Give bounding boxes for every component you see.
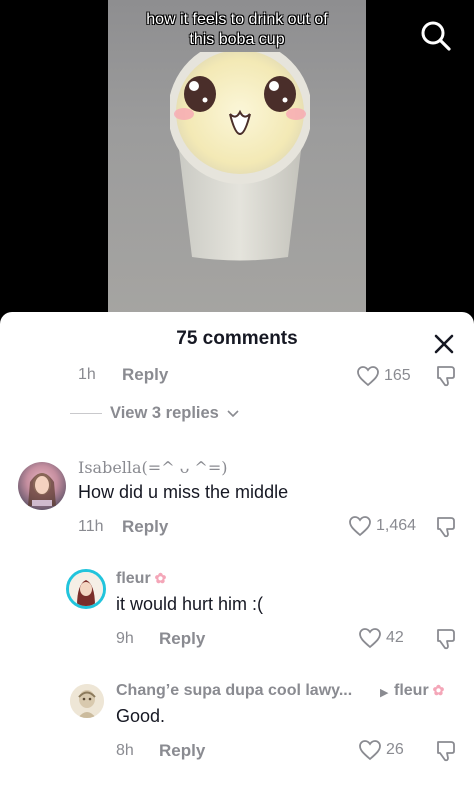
reply-button[interactable]: Reply	[122, 517, 168, 537]
avatar-image	[69, 572, 103, 606]
comment-text: Good.	[116, 706, 166, 726]
comment-time: 1h	[78, 366, 96, 383]
comment-username[interactable]: fleur ✿	[116, 570, 166, 588]
like-count: 1,464	[376, 517, 417, 534]
heart-icon	[359, 628, 381, 649]
comment-username[interactable]: Isabella(=^ ᴗ ^=)	[78, 458, 227, 477]
caption-line-1: how it feels to drink out of	[146, 11, 328, 28]
comment-text: it would hurt him :(	[116, 594, 264, 614]
heart-icon	[359, 740, 381, 761]
like-count: 165	[384, 367, 411, 384]
comment-text: How did u miss the middle	[78, 482, 289, 502]
flower-icon: ✿	[154, 570, 167, 586]
avatar[interactable]	[70, 684, 104, 718]
caption-line-2: this boba cup	[189, 31, 285, 48]
dislike-icon[interactable]	[434, 364, 458, 388]
comments-sheet: 75 comments 1h Reply 165 View 3 replies	[0, 312, 474, 790]
comment-time: 8h	[116, 742, 134, 759]
avatar-image	[70, 684, 104, 718]
avatar[interactable]	[66, 569, 106, 609]
like-count: 26	[386, 741, 404, 758]
divider-line	[70, 413, 102, 414]
avatar-image	[28, 473, 56, 506]
heart-icon	[349, 516, 371, 537]
comment-time: 11h	[78, 518, 104, 535]
boba-cup-image	[170, 52, 310, 261]
comment-time: 9h	[116, 630, 134, 647]
reply-button[interactable]: Reply	[159, 629, 205, 649]
view-replies-button[interactable]: View 3 replies	[70, 404, 239, 423]
video-caption: how it feels to drink out of this boba c…	[108, 10, 366, 50]
reply-to-text: fleur	[394, 682, 429, 699]
close-icon[interactable]	[430, 330, 458, 358]
search-icon[interactable]	[418, 18, 454, 54]
dislike-icon[interactable]	[434, 515, 458, 539]
reply-arrow-icon: ▶	[380, 687, 389, 699]
heart-icon	[357, 366, 379, 387]
dislike-icon[interactable]	[434, 739, 458, 763]
like-button[interactable]: 1,464	[348, 515, 416, 537]
comment-username[interactable]: Chang’e supa dupa cool lawy...	[116, 682, 352, 700]
like-button[interactable]: 26	[358, 739, 404, 761]
reply-button[interactable]: Reply	[122, 365, 168, 385]
username-text: fleur	[116, 570, 151, 587]
video-player[interactable]: how it feels to drink out of this boba c…	[0, 0, 474, 330]
dislike-icon[interactable]	[434, 627, 458, 651]
avatar[interactable]	[18, 462, 66, 510]
previous-comment-footer: 1h Reply 165	[0, 364, 474, 388]
comments-count-title: 75 comments	[176, 328, 298, 349]
chevron-down-icon	[227, 409, 239, 417]
view-replies-label: View 3 replies	[110, 404, 219, 422]
flower-icon: ✿	[432, 682, 445, 698]
like-button[interactable]: 165	[356, 365, 411, 387]
reply-to-username[interactable]: fleur ✿	[394, 682, 444, 700]
reply-button[interactable]: Reply	[159, 741, 205, 761]
like-count: 42	[386, 629, 404, 646]
like-button[interactable]: 42	[358, 627, 404, 649]
